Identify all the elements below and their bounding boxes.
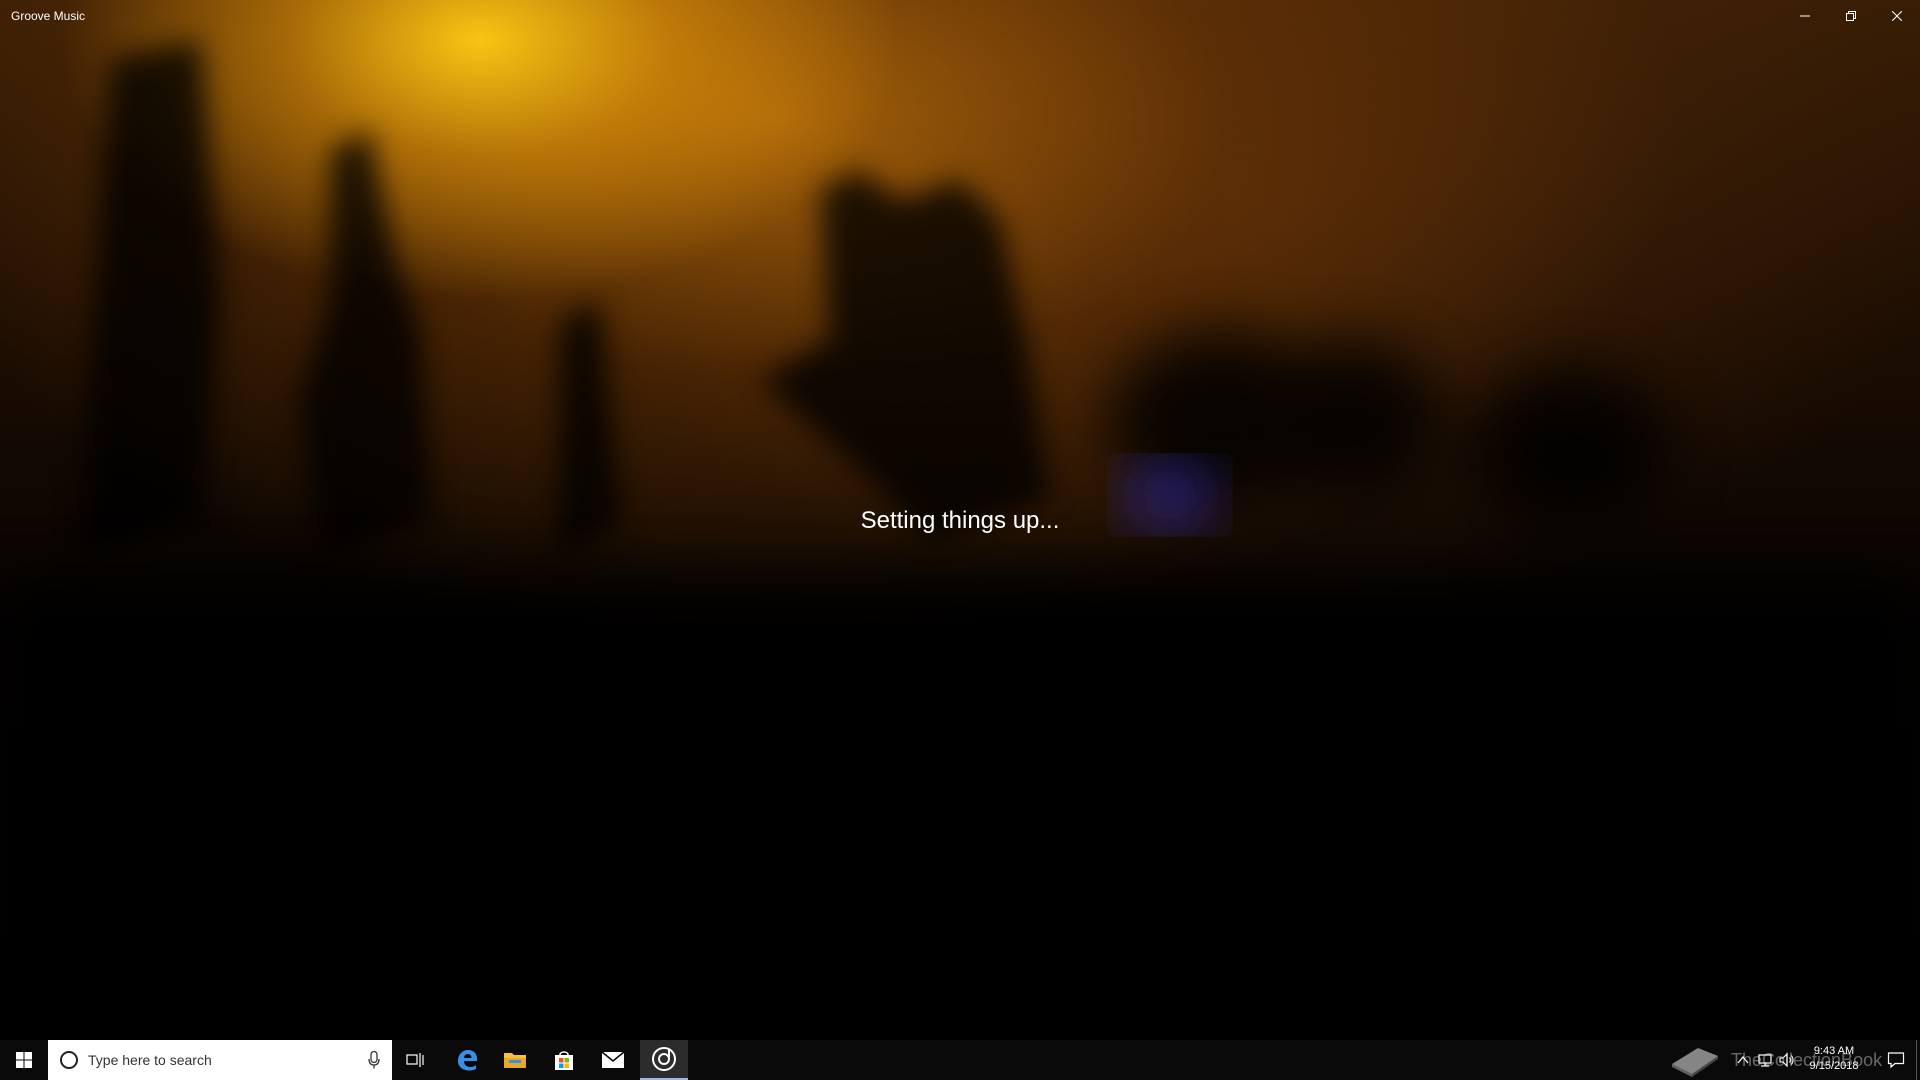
groove-icon (652, 1047, 676, 1071)
cortana-icon (60, 1051, 78, 1069)
mail-icon (601, 1051, 625, 1068)
show-desktop-button[interactable] (1916, 1040, 1920, 1080)
restore-icon (1846, 11, 1856, 21)
book-logo-icon (1672, 1048, 1718, 1077)
window-controls (1782, 0, 1920, 32)
search-input[interactable]: Type here to search (48, 1040, 392, 1080)
close-icon (1892, 11, 1902, 21)
volume-icon[interactable] (1779, 1052, 1795, 1068)
restore-button[interactable] (1828, 0, 1874, 32)
chevron-up-icon[interactable] (1735, 1052, 1751, 1068)
minimize-icon (1800, 15, 1810, 17)
title-bar[interactable]: Groove Music (0, 0, 1920, 32)
store-button[interactable] (540, 1040, 588, 1080)
groove-music-taskbar-button[interactable] (640, 1040, 688, 1080)
folder-icon (504, 1053, 526, 1068)
edge-icon (458, 1050, 477, 1071)
start-button[interactable] (0, 1040, 48, 1080)
system-clock[interactable]: 9:43 AM 9/15/2018 (1806, 1044, 1862, 1074)
close-button[interactable] (1874, 0, 1920, 32)
task-view-icon (406, 1053, 424, 1067)
minimize-button[interactable] (1782, 0, 1828, 32)
store-icon (555, 1051, 573, 1070)
file-explorer-button[interactable] (491, 1040, 539, 1080)
network-icon[interactable] (1757, 1052, 1773, 1068)
notification-icon (1887, 1052, 1905, 1069)
windows-logo-icon (16, 1052, 32, 1068)
search-placeholder: Type here to search (88, 1052, 212, 1068)
groove-music-window: Groove Music Setting things up... (0, 0, 1920, 1040)
mail-button[interactable] (589, 1040, 637, 1080)
taskbar: Type here to search TheCollectionBook 9:… (0, 1040, 1920, 1080)
clock-date: 9/15/2018 (1809, 1060, 1859, 1072)
setup-status-text: Setting things up... (860, 507, 1060, 534)
microphone-icon[interactable] (368, 1051, 380, 1069)
app-title: Groove Music (11, 9, 86, 23)
edge-button[interactable] (443, 1040, 491, 1080)
clock-time: 9:43 AM (1813, 1045, 1855, 1057)
action-center-button[interactable] (1876, 1040, 1916, 1080)
task-view-button[interactable] (392, 1040, 440, 1080)
